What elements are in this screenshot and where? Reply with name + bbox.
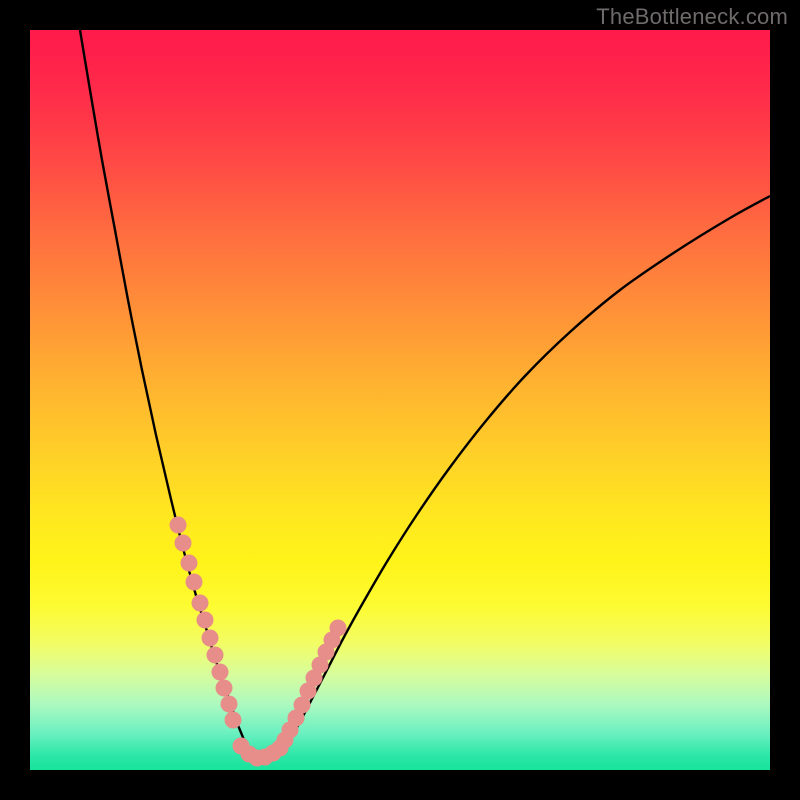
data-dot: [225, 712, 242, 729]
data-dot: [212, 664, 229, 681]
data-dot: [181, 555, 198, 572]
curve-left: [80, 30, 248, 750]
data-dot: [170, 517, 187, 534]
dots-right-group: [272, 620, 347, 757]
data-dot: [197, 612, 214, 629]
chart-svg: [30, 30, 770, 770]
data-dot: [216, 680, 233, 697]
data-dot: [186, 574, 203, 591]
watermark-text: TheBottleneck.com: [596, 4, 788, 30]
data-dot: [330, 620, 347, 637]
data-dot: [175, 535, 192, 552]
data-dot: [221, 696, 238, 713]
curve-right: [284, 196, 770, 750]
dots-left-group: [170, 517, 282, 767]
data-dot: [192, 595, 209, 612]
chart-frame: TheBottleneck.com: [0, 0, 800, 800]
data-dot: [207, 647, 224, 664]
plot-area: [30, 30, 770, 770]
data-dot: [202, 630, 219, 647]
